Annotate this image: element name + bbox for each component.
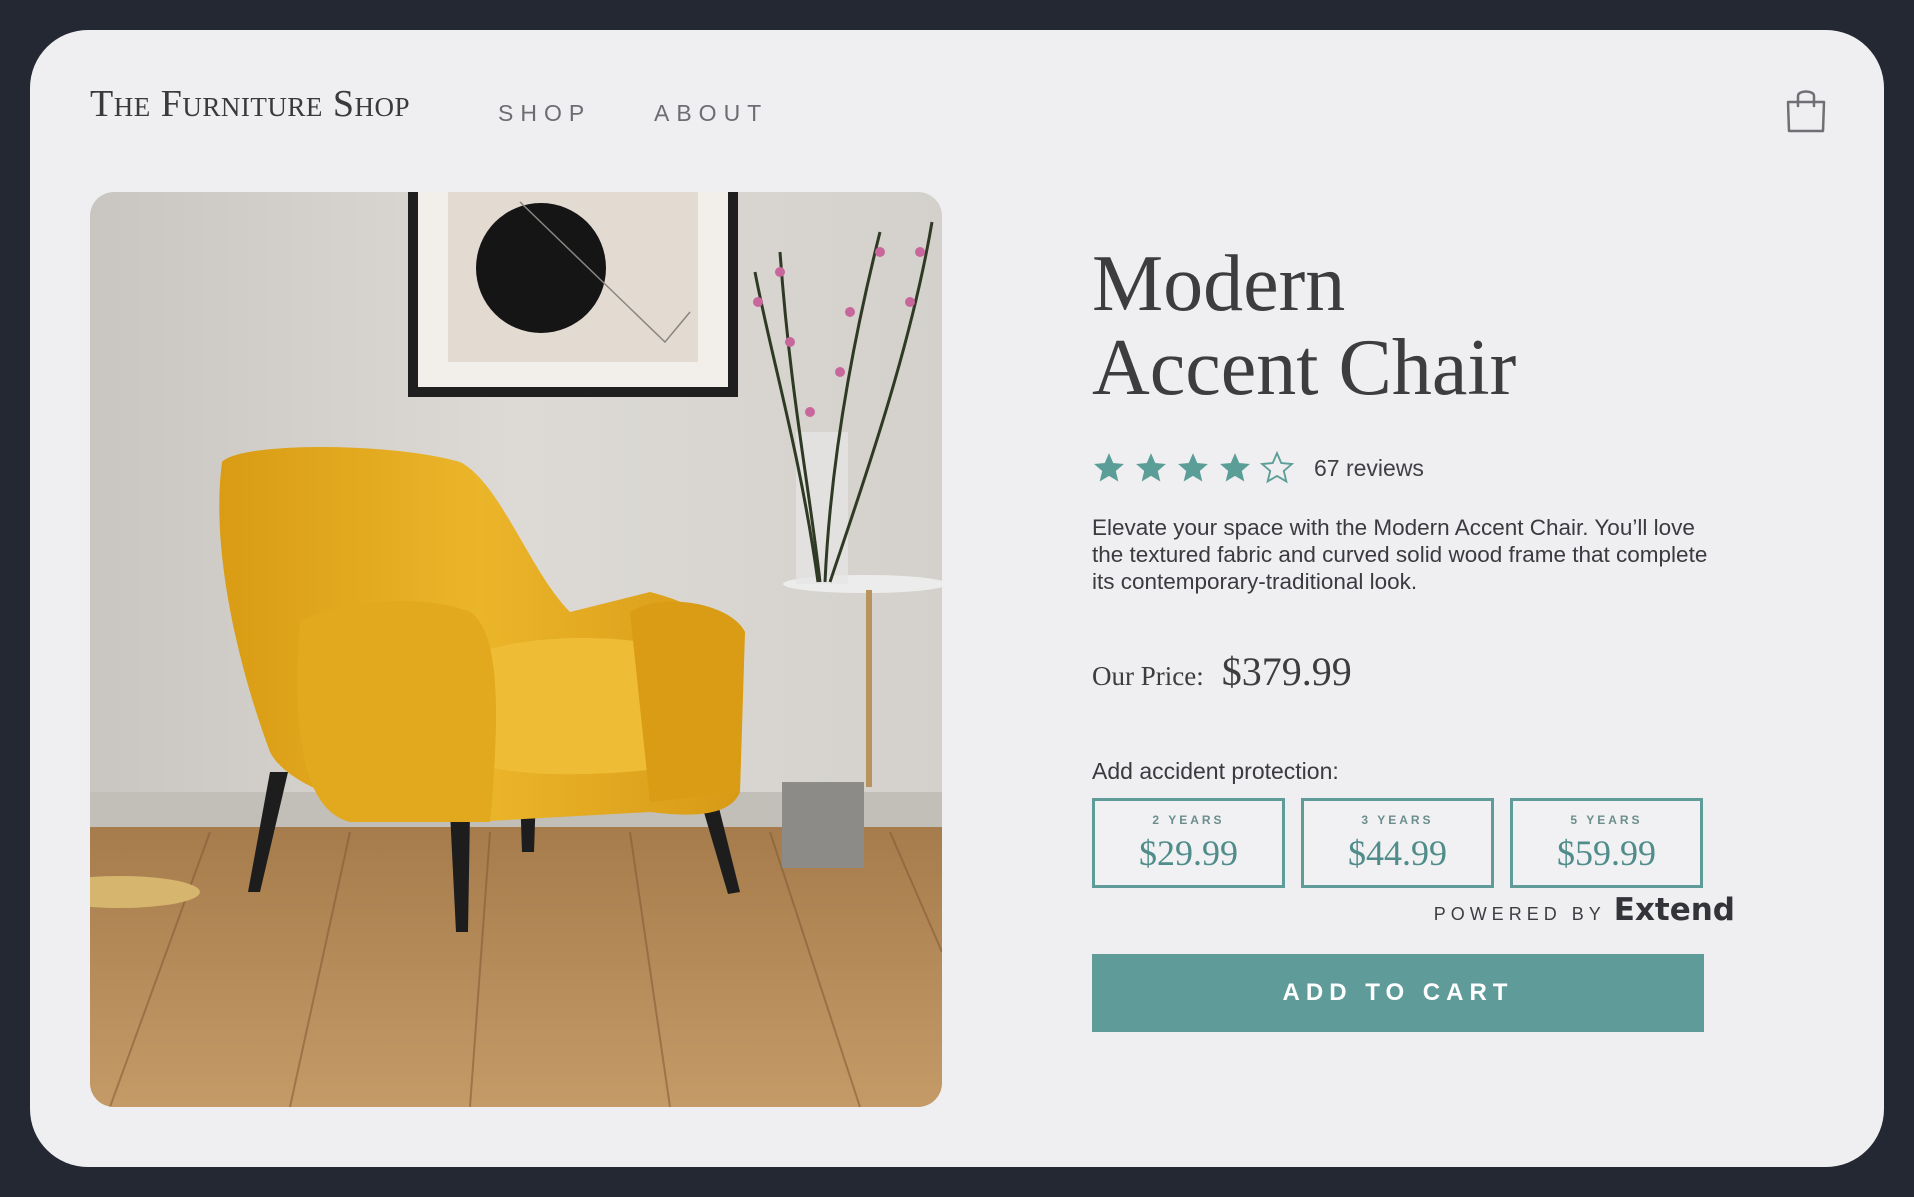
protection-plan-3-years[interactable]: 3 YEARS $44.99 [1301, 798, 1494, 888]
add-to-cart-button[interactable]: ADD TO CART [1092, 954, 1704, 1032]
store-logo[interactable]: The Furniture Shop [90, 82, 410, 126]
product-title: Modern Accent Chair [1092, 242, 1792, 410]
nav-shop[interactable]: SHOP [498, 100, 591, 127]
star-empty-icon [1260, 451, 1294, 484]
product-description: Elevate your space with the Modern Accen… [1092, 515, 1708, 594]
product-image [90, 192, 942, 1107]
extend-logo: Extend [1613, 892, 1735, 928]
rating[interactable]: 67 reviews [1092, 448, 1424, 488]
star-filled-icon [1220, 453, 1250, 482]
plan-term: 2 YEARS [1152, 813, 1225, 827]
price-label: Our Price: [1092, 661, 1204, 691]
review-count[interactable]: 67 reviews [1314, 455, 1424, 482]
star-filled-icon [1094, 453, 1124, 482]
device-frame: The Furniture Shop SHOP ABOUT Modern Acc… [0, 0, 1914, 1197]
protection-plans: 2 YEARS $29.99 3 YEARS $44.99 5 YEARS $5… [1092, 798, 1703, 888]
price-row: Our Price: $379.99 [1092, 648, 1352, 695]
protection-plan-2-years[interactable]: 2 YEARS $29.99 [1092, 798, 1285, 888]
nav-about[interactable]: ABOUT [654, 100, 768, 127]
product-title-line2: Accent Chair [1092, 324, 1517, 412]
star-filled-icon [1178, 453, 1208, 482]
app-screen: The Furniture Shop SHOP ABOUT Modern Acc… [30, 30, 1884, 1167]
product-title-line1: Modern [1092, 240, 1346, 328]
plan-price: $59.99 [1557, 833, 1656, 873]
protection-label: Add accident protection: [1092, 758, 1339, 784]
plan-price: $29.99 [1139, 833, 1238, 873]
plan-term: 5 YEARS [1570, 813, 1643, 827]
powered-by-text: POWERED BY [1433, 904, 1606, 924]
powered-by: POWERED BY Extend [1410, 892, 1735, 928]
plan-price: $44.99 [1348, 833, 1447, 873]
protection-plan-5-years[interactable]: 5 YEARS $59.99 [1510, 798, 1703, 888]
shopping-bag-icon[interactable] [1785, 86, 1827, 134]
star-filled-icon [1136, 453, 1166, 482]
plan-term: 3 YEARS [1361, 813, 1434, 827]
price-value: $379.99 [1221, 649, 1352, 694]
